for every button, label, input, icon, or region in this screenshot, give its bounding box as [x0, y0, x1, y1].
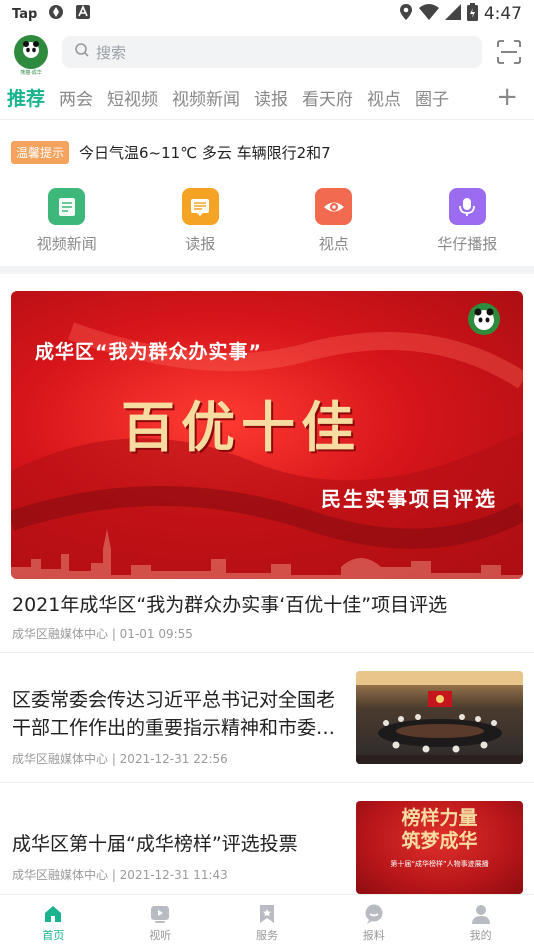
user-icon: [471, 904, 490, 924]
article-title: 2021年成华区“我为群众办实事‘百优十佳”项目评选: [12, 594, 448, 616]
quick-link-label: 读报: [185, 235, 216, 253]
logo-caption: 熊猫·成华: [20, 70, 42, 76]
signal-icon: [444, 3, 461, 25]
data-saver-icon: [47, 3, 65, 25]
app-logo[interactable]: 熊猫·成华: [14, 35, 48, 76]
nav-label: 我的: [469, 928, 492, 942]
nav-mine[interactable]: 我的: [427, 895, 534, 950]
nav-label: 报料: [362, 928, 385, 942]
section-divider: [0, 266, 534, 274]
banner-logo-icon: [468, 303, 500, 335]
tab-tianfu[interactable]: 看天府: [302, 85, 353, 110]
channel-tabs: 推荐 两会 短视频 视频新闻 读报 看天府 视点 圈子 +: [0, 76, 534, 120]
meeting-photo: [356, 671, 523, 764]
skyline-graphic: [11, 529, 523, 579]
quick-link-label: 视频新闻: [36, 235, 97, 253]
tab-recommend[interactable]: 推荐: [7, 84, 45, 111]
article-title: 区委常委会传达习近平总书记对全国老干部工作作出的重要指示精神和市委…: [12, 689, 336, 739]
banner-subtitle: 民生实事项目评选: [321, 487, 497, 511]
tab-read-paper[interactable]: 读报: [254, 85, 288, 110]
nav-label: 服务: [255, 928, 278, 942]
nav-report[interactable]: 报料: [320, 895, 427, 950]
nav-home[interactable]: 首页: [0, 895, 107, 950]
weather-notice: 温馨提示 今日气温6~11℃ 多云 车辆限行2和7: [0, 120, 534, 184]
quick-link-read-paper[interactable]: 读报: [134, 184, 268, 266]
article-meta: 成华区融媒体中心 | 01-01 09:55: [12, 627, 193, 641]
panda-logo-icon: [18, 37, 44, 63]
quick-links: 视频新闻 读报 视点 华仔播报: [0, 184, 534, 266]
status-bar: Tap 4:47: [0, 0, 534, 28]
search-input[interactable]: 搜索: [62, 36, 482, 68]
featured-banner[interactable]: 成华区“我为群众办实事” 百优十佳 民生实事项目评选: [11, 291, 523, 579]
nav-label: 视听: [149, 928, 172, 942]
notice-text: 今日气温6~11℃ 多云 车辆限行2和7: [79, 143, 331, 162]
scan-icon: [497, 40, 521, 64]
nav-label: 首页: [42, 928, 65, 942]
search-placeholder: 搜索: [96, 43, 127, 62]
quick-link-label: 华仔播报: [437, 235, 498, 253]
nav-watch-listen[interactable]: 视听: [107, 895, 214, 950]
article-thumbnail: 榜样力量 筑梦成华 第十届“成华榜样”人物事迹展播: [356, 801, 523, 894]
search-icon: [74, 42, 90, 62]
quick-link-label: 视点: [318, 235, 349, 253]
wifi-icon: [418, 3, 439, 25]
article-meta: 成华区融媒体中心 | 2021-12-31 22:56: [12, 752, 228, 766]
thumb-title-line1: 榜样力量: [401, 807, 478, 829]
quick-link-viewpoint[interactable]: 视点: [267, 184, 401, 266]
tab-circle[interactable]: 圈子: [415, 85, 449, 110]
document-icon: [48, 188, 86, 225]
nav-services[interactable]: 服务: [214, 895, 321, 950]
feature-article[interactable]: 2021年成华区“我为群众办实事‘百优十佳”项目评选 成华区融媒体中心 | 01…: [0, 591, 534, 653]
article-meta: 成华区融媒体中心 | 2021-12-31 11:43: [12, 868, 228, 882]
battery-icon: [466, 2, 478, 26]
location-icon: [399, 3, 413, 26]
tab-short-video[interactable]: 短视频: [107, 85, 158, 110]
tab-video-news[interactable]: 视频新闻: [172, 85, 240, 110]
top-header: 熊猫·成华 搜索: [0, 28, 534, 76]
quick-link-broadcast[interactable]: 华仔播报: [401, 184, 534, 266]
microphone-icon: [448, 188, 486, 225]
eye-icon: [315, 188, 353, 225]
scan-button[interactable]: [496, 39, 522, 65]
quick-link-video-news[interactable]: 视频新闻: [0, 184, 134, 266]
home-icon: [45, 905, 62, 922]
notice-badge: 温馨提示: [11, 140, 70, 164]
tab-viewpoint[interactable]: 视点: [367, 85, 401, 110]
thumb-subtitle: 第十届“成华榜样”人物事迹展播: [390, 860, 489, 868]
app-screen: Tap 4:47 熊猫·成华 搜索 推荐 两会 短视频 视频新闻 读报 看天府 …: [0, 0, 534, 950]
font-a-icon: [75, 4, 91, 24]
thumb-title-line2: 筑梦成华: [401, 830, 478, 852]
tap-indicator: Tap: [12, 6, 38, 22]
chat-icon: [365, 904, 383, 924]
play-icon: [151, 905, 170, 923]
newspaper-icon: [181, 188, 219, 225]
bottom-nav: 首页 视听 服务 报料 我的: [0, 894, 534, 950]
list-item[interactable]: 区委常委会传达习近平总书记对全国老干部工作作出的重要指示精神和市委… 成华区融媒…: [0, 653, 534, 783]
clock: 4:47: [483, 4, 522, 24]
bookmark-icon: [259, 904, 274, 923]
article-thumbnail: [356, 671, 523, 764]
banner-main-title: 百优十佳: [121, 395, 361, 459]
banner-headline: 成华区“我为群众办实事”: [35, 341, 262, 363]
add-channel-button[interactable]: +: [496, 84, 518, 110]
tab-two-sessions[interactable]: 两会: [59, 85, 93, 110]
article-title: 成华区第十届“成华榜样”评选投票: [12, 833, 298, 855]
